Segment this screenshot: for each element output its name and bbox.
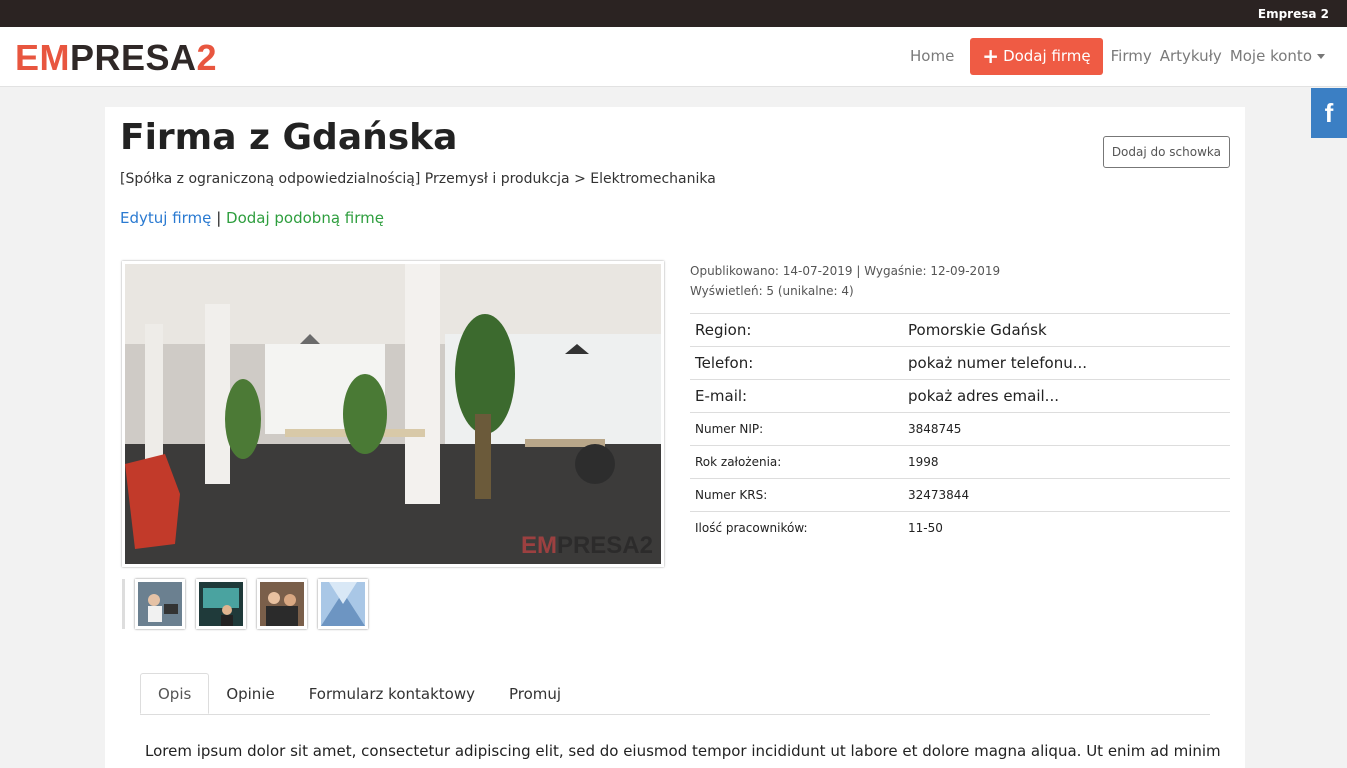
- detail-row: Ilość pracowników: 11-50: [690, 511, 1230, 544]
- top-bar: Empresa 2: [0, 0, 1347, 27]
- facebook-glyph: f: [1324, 97, 1334, 128]
- nav-account-dropdown[interactable]: Moje konto: [1230, 47, 1325, 65]
- tab-promote[interactable]: Promuj: [492, 673, 578, 714]
- caret-down-icon: [1317, 53, 1325, 59]
- nav-account-label: Moje konto: [1229, 47, 1312, 65]
- detail-label: Telefon:: [690, 346, 903, 380]
- facebook-icon[interactable]: f: [1311, 88, 1347, 138]
- detail-row: Region: Pomorskie Gdańsk: [690, 313, 1230, 347]
- nav-articles[interactable]: Artykuły: [1160, 47, 1222, 65]
- add-to-clipboard-button[interactable]: Dodaj do schowka: [1102, 136, 1230, 168]
- company-category: [Spółka z ograniczoną odpowiedzialnością…: [120, 171, 716, 187]
- thumb-image-2: [199, 582, 243, 626]
- detail-value: 32473844: [903, 478, 1230, 512]
- detail-row: Numer KRS: 32473844: [690, 478, 1230, 512]
- detail-label: E-mail:: [690, 379, 903, 413]
- watermark-presa: PRESA2: [556, 532, 653, 559]
- office-photo: [125, 264, 661, 564]
- nav-companies[interactable]: Firmy: [1111, 47, 1152, 65]
- add-company-button[interactable]: + Dodaj firmę: [970, 37, 1103, 75]
- tab-description[interactable]: Opis: [140, 673, 210, 714]
- add-company-label: Dodaj firmę: [1003, 47, 1091, 65]
- tab-contact-form[interactable]: Formularz kontaktowy: [292, 673, 492, 714]
- detail-row: Telefon: pokaż numer telefonu...: [690, 346, 1230, 380]
- company-card: Firma z Gdańska Dodaj do schowka [Spółka…: [105, 107, 1245, 768]
- publication-meta: Opublikowano: 14-07-2019 | Wygaśnie: 12-…: [690, 261, 1000, 301]
- published-info: Opublikowano: 14-07-2019 | Wygaśnie: 12-…: [690, 264, 1001, 278]
- detail-label: Numer KRS:: [690, 478, 903, 512]
- link-separator: |: [216, 209, 222, 227]
- site-name[interactable]: Empresa 2: [1258, 7, 1329, 21]
- plus-icon: +: [982, 44, 1000, 68]
- detail-value: 11-50: [903, 511, 1230, 544]
- company-details-table: Region: Pomorskie Gdańsk Telefon: pokaż nu…: [690, 313, 1230, 544]
- detail-row: E-mail: pokaż adres email...: [690, 379, 1230, 413]
- detail-value: 3848745: [903, 412, 1230, 446]
- thumb-scroll-indicator: [122, 579, 125, 629]
- photo-watermark: EMPRESA2: [521, 532, 653, 560]
- logo-part-presa: PRESA: [70, 37, 197, 78]
- company-title: Firma z Gdańska: [120, 117, 458, 158]
- detail-row: Numer NIP: 3848745: [690, 412, 1230, 446]
- main-nav: Home + Dodaj firmę Firmy Artykuły Moje k…: [902, 37, 1325, 75]
- detail-value: 1998: [903, 445, 1230, 479]
- logo-part-2: 2: [196, 37, 218, 78]
- add-similar-company-link[interactable]: Dodaj podobną firmę: [226, 209, 384, 227]
- detail-label: Region:: [690, 313, 903, 347]
- logo-part-em: EM: [15, 37, 70, 78]
- nav-home[interactable]: Home: [910, 47, 954, 65]
- navbar: EMPRESA2 Home + Dodaj firmę Firmy Artyku…: [0, 27, 1347, 87]
- thumb-image-1: [138, 582, 182, 626]
- thumbnail-strip: [122, 579, 379, 629]
- detail-row: Rok założenia: 1998: [690, 445, 1230, 479]
- views-info: Wyświetleń: 5 (unikalne: 4): [690, 284, 854, 298]
- thumb-image-3: [260, 582, 304, 626]
- tab-reviews[interactable]: Opinie: [209, 673, 291, 714]
- thumbnail-1[interactable]: [135, 579, 185, 629]
- thumbnail-4[interactable]: [318, 579, 368, 629]
- main-photo[interactable]: EMPRESA2: [122, 261, 664, 567]
- logo[interactable]: EMPRESA2: [15, 39, 217, 77]
- thumbnail-2[interactable]: [196, 579, 246, 629]
- company-description: Lorem ipsum dolor sit amet, consectetur …: [145, 742, 1221, 760]
- content-tabs: Opis Opinie Formularz kontaktowy Promuj: [140, 673, 1210, 715]
- edit-company-link[interactable]: Edytuj firmę: [120, 209, 211, 227]
- show-phone-link[interactable]: pokaż numer telefonu...: [903, 346, 1230, 380]
- detail-label: Rok założenia:: [690, 445, 903, 479]
- show-email-link[interactable]: pokaż adres email...: [903, 379, 1230, 413]
- detail-label: Numer NIP:: [690, 412, 903, 446]
- detail-value: Pomorskie Gdańsk: [903, 313, 1230, 347]
- watermark-em: EM: [520, 532, 557, 559]
- detail-label: Ilość pracowników:: [690, 511, 903, 544]
- thumbnail-3[interactable]: [257, 579, 307, 629]
- company-actions: Edytuj firmę | Dodaj podobną firmę: [120, 209, 384, 227]
- thumb-image-4: [321, 582, 365, 626]
